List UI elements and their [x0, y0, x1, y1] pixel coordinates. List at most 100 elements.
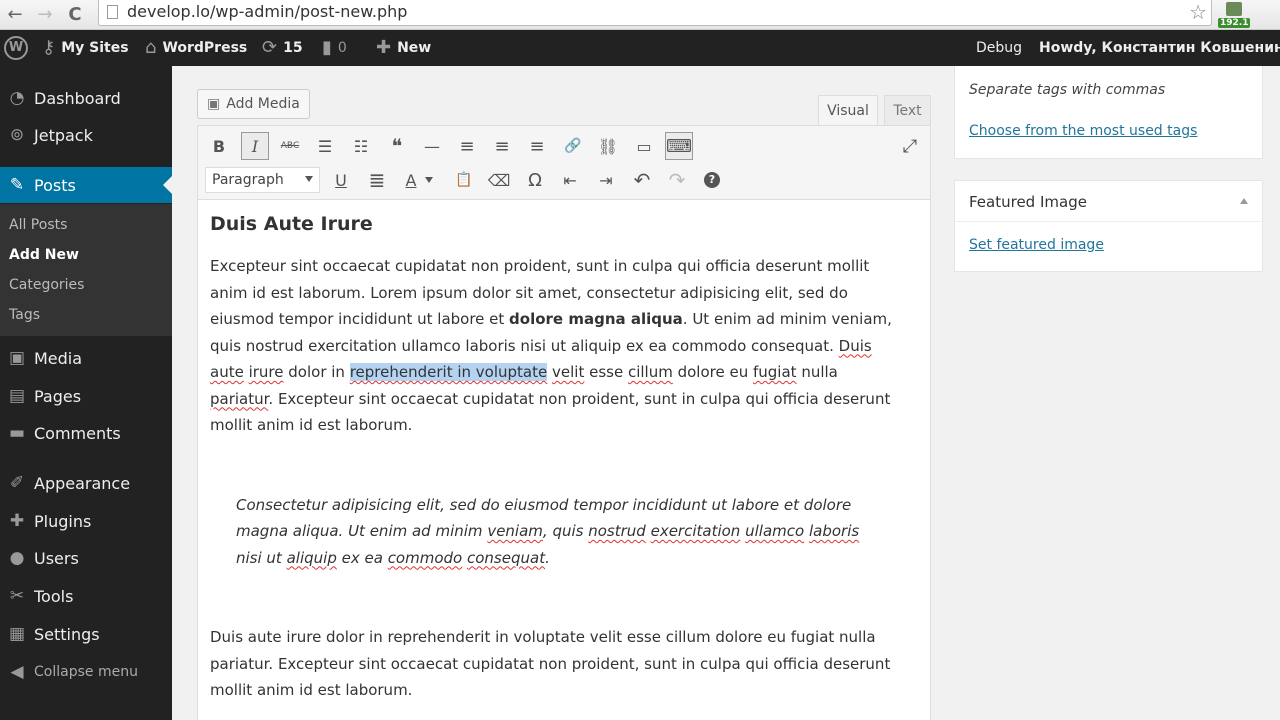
menu-label: Dashboard: [34, 88, 121, 108]
menu-label: Posts: [34, 175, 76, 195]
new-content-menu[interactable]: ✚ New: [376, 30, 431, 66]
read-more-button[interactable]: ▭: [630, 132, 658, 160]
bookmark-star-icon[interactable]: ☆: [1189, 0, 1207, 24]
underline-button[interactable]: U: [327, 166, 355, 194]
align-right-button[interactable]: ≡: [523, 132, 551, 160]
indent-icon[interactable]: ⇥: [592, 166, 620, 194]
unlink-icon[interactable]: ⛓: [594, 132, 622, 160]
back-icon[interactable]: ←: [3, 3, 27, 27]
reload-icon[interactable]: C: [63, 3, 87, 27]
menu-dashboard[interactable]: ◔ Dashboard: [0, 80, 172, 116]
browser-toolbar: ← → C develop.lo/wp-admin/post-new.php ☆…: [0, 0, 1280, 30]
featured-image-box: Featured Image Set featured image: [954, 180, 1263, 272]
misspelled-word: laboris: [808, 522, 860, 540]
bullet-list-button[interactable]: ☰: [311, 132, 339, 160]
menu-users[interactable]: ● Users: [0, 540, 172, 576]
wordpress-logo-icon[interactable]: W: [4, 36, 28, 60]
blockquote: Consectetur adipisicing elit, sed do eiu…: [236, 492, 876, 572]
menu-label: Appearance: [34, 473, 131, 493]
fullscreen-icon[interactable]: ⤢: [896, 132, 924, 160]
forward-icon[interactable]: →: [33, 3, 57, 27]
menu-label: Settings: [34, 624, 100, 644]
address-bar[interactable]: develop.lo/wp-admin/post-new.php ☆: [98, 0, 1212, 26]
eraser-icon[interactable]: ⌫: [485, 166, 513, 194]
format-select-value: Paragraph: [212, 172, 284, 188]
strikethrough-button[interactable]: ABC: [276, 132, 304, 160]
bold-button[interactable]: B: [205, 132, 233, 160]
blockquote-button[interactable]: ❝: [383, 132, 411, 160]
submenu-categories[interactable]: Categories: [9, 277, 84, 293]
site-name-label: WordPress: [162, 40, 248, 56]
collapse-menu-button[interactable]: ◀ Collapse menu: [0, 654, 172, 690]
tools-icon: ✂: [9, 586, 25, 606]
numbered-list-button[interactable]: ☷: [347, 132, 375, 160]
text: ex ea: [336, 548, 388, 567]
misspelled-word: veniam: [487, 522, 543, 540]
site-name-menu[interactable]: ⌂ WordPress: [145, 30, 247, 66]
account-menu[interactable]: Howdy, Константин Ковшенин: [1039, 30, 1280, 66]
most-used-tags-link[interactable]: Choose from the most used tags: [969, 123, 1197, 139]
collapse-arrow-icon[interactable]: [1240, 198, 1248, 204]
horizontal-line-button[interactable]: —: [418, 132, 446, 160]
menu-posts[interactable]: ✎ Posts: [0, 167, 172, 203]
extension-icon[interactable]: 192.1: [1218, 2, 1251, 28]
special-character-button[interactable]: Ω: [521, 166, 549, 194]
tab-visual[interactable]: Visual: [818, 95, 878, 125]
align-left-button[interactable]: ≡: [453, 132, 481, 160]
format-select[interactable]: Paragraph: [205, 167, 320, 193]
justify-button[interactable]: ≣: [363, 166, 391, 194]
post-heading: Duis Aute Irure: [210, 213, 373, 235]
extension-badge: 192.1: [1218, 18, 1251, 28]
italic-button[interactable]: I: [241, 132, 269, 160]
chevron-down-icon: [305, 176, 313, 182]
chevron-down-icon: [425, 177, 433, 183]
redo-icon[interactable]: ↷: [663, 166, 691, 194]
misspelled-word: velit: [552, 363, 585, 381]
submenu-tags[interactable]: Tags: [9, 307, 40, 323]
url-text[interactable]: develop.lo/wp-admin/post-new.php: [127, 2, 407, 21]
misspelled-word: aliquip: [286, 548, 337, 567]
debug-menu[interactable]: Debug: [976, 30, 1022, 66]
text: dolore eu: [672, 363, 753, 381]
updates-menu[interactable]: ⟳ 15: [262, 30, 303, 66]
align-center-button[interactable]: ≡: [488, 132, 516, 160]
menu-label: Users: [34, 548, 79, 568]
appearance-icon: ✐: [9, 473, 25, 493]
pin-icon: ✎: [9, 175, 25, 195]
undo-icon[interactable]: ↶: [628, 166, 656, 194]
text: .: [545, 548, 550, 567]
menu-comments[interactable]: ▬ Comments: [0, 415, 172, 451]
my-sites-menu[interactable]: ⚷ My Sites: [42, 30, 129, 66]
menu-label: Pages: [34, 386, 82, 406]
link-icon[interactable]: 🔗: [559, 132, 587, 160]
set-featured-image-link[interactable]: Set featured image: [969, 237, 1104, 253]
tab-text[interactable]: Text: [884, 95, 931, 125]
help-icon[interactable]: ?: [698, 166, 726, 194]
menu-jetpack[interactable]: ⊚ Jetpack: [0, 117, 172, 153]
submenu-add-new[interactable]: Add New: [9, 247, 79, 263]
misspelled-word: consequat: [467, 548, 546, 567]
outdent-icon[interactable]: ⇤: [556, 166, 584, 194]
jetpack-icon: ⊚: [9, 125, 25, 145]
menu-pages[interactable]: ▤ Pages: [0, 378, 172, 414]
menu-plugins[interactable]: ✚ Plugins: [0, 503, 172, 539]
toolbar-toggle-button[interactable]: ⌨: [665, 132, 693, 160]
add-media-button[interactable]: ▣ Add Media: [197, 89, 310, 119]
text-color-dropdown[interactable]: [422, 166, 436, 194]
menu-label: Collapse menu: [34, 664, 138, 680]
menu-media[interactable]: ▣ Media: [0, 340, 172, 376]
menu-tools[interactable]: ✂ Tools: [0, 578, 172, 614]
menu-appearance[interactable]: ✐ Appearance: [0, 465, 172, 501]
editor-content[interactable]: Duis Aute Irure Excepteur sint occaecat …: [210, 210, 900, 704]
menu-label: Plugins: [34, 511, 92, 531]
menu-settings[interactable]: ▦ Settings: [0, 616, 172, 652]
comments-menu[interactable]: ▮ 0: [322, 30, 347, 66]
text-color-button[interactable]: A: [397, 166, 425, 194]
submenu-all-posts[interactable]: All Posts: [9, 217, 67, 233]
paste-text-icon[interactable]: 📋: [450, 166, 478, 194]
add-media-label: Add Media: [226, 96, 300, 112]
misspelled-word: commodo: [387, 548, 463, 567]
featured-image-title[interactable]: Featured Image: [955, 181, 1262, 222]
comments-icon: ▬: [8, 423, 26, 443]
key-icon: ⚷: [42, 37, 56, 58]
